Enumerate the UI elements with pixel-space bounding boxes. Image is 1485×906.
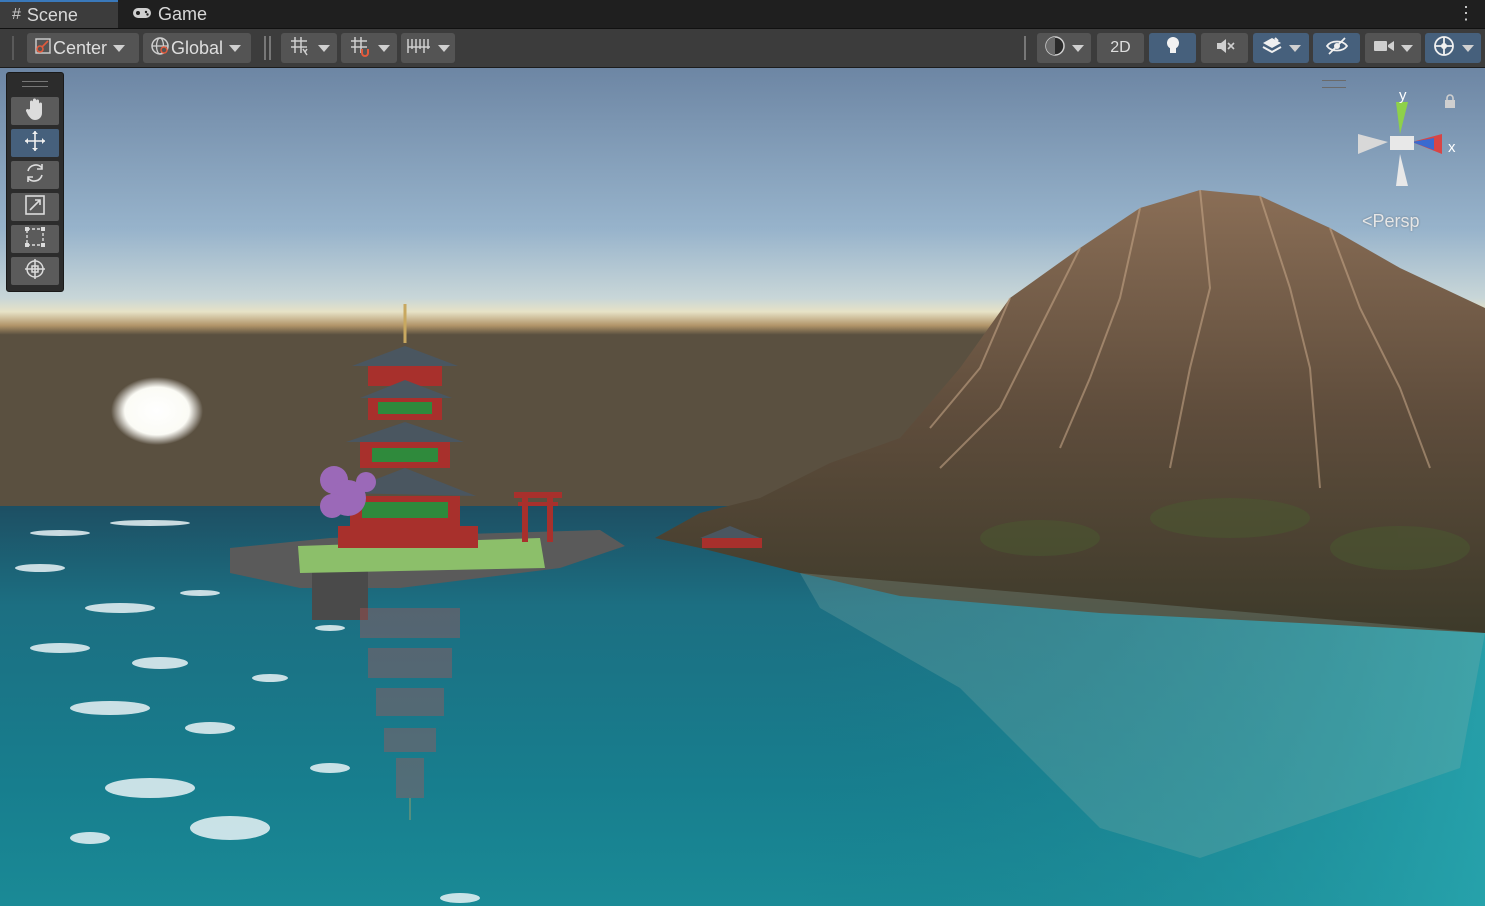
- eye-hidden-icon: [1325, 36, 1349, 61]
- chevron-down-icon: [1462, 44, 1474, 52]
- scene-render: [0, 68, 1485, 906]
- chevron-down-icon: [229, 44, 242, 52]
- gizmo-center-cube[interactable]: [1390, 136, 1414, 150]
- chevron-down-icon: [1072, 44, 1084, 52]
- toggle-lighting-button[interactable]: [1149, 33, 1196, 63]
- chevron-down-icon: [438, 44, 450, 52]
- effects-layers-icon: [1261, 35, 1283, 62]
- grid-icon: [288, 34, 312, 63]
- gizmo-neg-y-axis[interactable]: [1396, 154, 1408, 186]
- toolbar-separator: [269, 36, 271, 60]
- tool-overlay-panel: [6, 72, 64, 292]
- tab-game[interactable]: Game: [120, 0, 220, 28]
- effects-dropdown[interactable]: [1253, 33, 1309, 63]
- toggle-2d-button[interactable]: 2D: [1097, 33, 1144, 63]
- mute-icon: [1214, 36, 1236, 61]
- shaded-sphere-icon: [1044, 35, 1066, 62]
- draw-mode-dropdown[interactable]: [1037, 33, 1091, 63]
- gizmo-x-label: x: [1448, 139, 1456, 156]
- chevron-down-icon: [318, 44, 330, 52]
- gizmo-globe-icon: [1432, 34, 1456, 63]
- pivot-rotation-dropdown[interactable]: Global: [143, 33, 251, 63]
- scale-tool-button[interactable]: [11, 193, 59, 221]
- pivot-mode-label: Center: [53, 37, 108, 58]
- editor-tab-bar: # Scene Game ⋮: [0, 0, 1485, 29]
- gizmo-neg-x-axis[interactable]: [1358, 134, 1388, 154]
- hand-icon: [24, 97, 46, 126]
- toolbar-separator: [264, 36, 266, 60]
- chevron-down-icon: [378, 44, 390, 52]
- gizmo-y-axis[interactable]: [1396, 102, 1408, 134]
- pivot-center-icon: [33, 36, 53, 61]
- toolbar-separator: [1024, 36, 1026, 60]
- scene-visibility-button[interactable]: [1313, 33, 1360, 63]
- projection-label: Persp: [1372, 211, 1420, 231]
- camera-icon: [1373, 37, 1395, 60]
- toolbar-grip: [12, 36, 14, 60]
- ruler-icon: [406, 35, 432, 62]
- lightbulb-icon: [1163, 35, 1183, 62]
- pivot-rotation-label: Global: [171, 37, 224, 58]
- grid-snapping-dropdown[interactable]: [341, 33, 397, 63]
- transform-tool-button[interactable]: [11, 257, 59, 285]
- gizmo-grip[interactable]: [1322, 80, 1346, 88]
- transform-icon: [23, 257, 47, 286]
- grid-snap-icon: [348, 34, 372, 63]
- scale-icon: [24, 194, 46, 221]
- grid-hash-icon: #: [12, 6, 21, 23]
- globe-icon: [149, 35, 171, 62]
- toggle-2d-label: 2D: [1110, 39, 1131, 56]
- gizmo-y-label: y: [1399, 87, 1407, 104]
- tab-game-label: Game: [158, 3, 208, 24]
- gizmos-dropdown[interactable]: [1425, 33, 1481, 63]
- tab-scene[interactable]: # Scene: [0, 0, 118, 28]
- hand-tool-button[interactable]: [11, 97, 59, 125]
- pivot-mode-dropdown[interactable]: Center: [27, 33, 139, 63]
- more-options-icon[interactable]: ⋮: [1457, 3, 1475, 24]
- rect-tool-button[interactable]: [11, 225, 59, 253]
- projection-toggle[interactable]: <Persp: [1362, 211, 1420, 232]
- increment-snapping-dropdown[interactable]: [401, 33, 455, 63]
- chevron-down-icon: [1289, 44, 1301, 52]
- orientation-gizmo[interactable]: y x: [1350, 82, 1470, 202]
- chevron-left-icon: <: [1362, 211, 1373, 231]
- tab-scene-label: Scene: [26, 4, 78, 25]
- scene-viewport[interactable]: [0, 68, 1485, 906]
- toggle-audio-button[interactable]: [1201, 33, 1248, 63]
- chevron-down-icon: [1401, 44, 1413, 52]
- sun: [111, 377, 203, 445]
- gamepad-icon: [132, 4, 152, 25]
- camera-settings-dropdown[interactable]: [1365, 33, 1421, 63]
- move-tool-button[interactable]: [11, 129, 59, 157]
- rotate-tool-button[interactable]: [11, 161, 59, 189]
- grid-visibility-dropdown[interactable]: [281, 33, 337, 63]
- panel-grip[interactable]: [22, 81, 48, 87]
- rect-icon: [24, 226, 46, 253]
- rotate-icon: [23, 161, 47, 190]
- move-icon: [23, 129, 47, 158]
- scene-toolbar: Center Global 2D: [0, 29, 1485, 68]
- chevron-down-icon: [113, 44, 126, 52]
